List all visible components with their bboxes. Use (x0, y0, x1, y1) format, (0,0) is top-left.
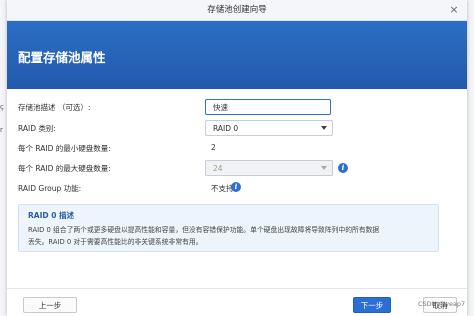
info-icon[interactable]: i (231, 182, 241, 192)
info-icon[interactable]: i (338, 163, 348, 173)
raid-description-title: RAID 0 描述 (28, 211, 75, 220)
step-title: 配置存储池属性 (18, 50, 106, 65)
chevron-down-icon (321, 126, 327, 130)
wizard-banner: 配置存储池属性 (7, 21, 467, 89)
description-label: 存储池描述 （可选）: (18, 103, 91, 112)
description-input[interactable]: 快速 (205, 99, 331, 115)
dialog-title: 存储池创建向导 (207, 5, 267, 15)
raid-group-value: 不支持 (211, 184, 234, 193)
cancel-button[interactable]: 取消 (423, 297, 457, 313)
previous-button[interactable]: 上一步 (23, 297, 77, 313)
min-disks-value: 2 (211, 143, 216, 152)
background-text-fragment: r (0, 126, 3, 134)
storage-pool-wizard-dialog: 存储池创建向导 × 配置存储池属性 存储池描述 （可选）: 快速 RAID 类别… (7, 0, 467, 316)
min-disks-label: 每个 RAID 的最小硬盘数量: (18, 144, 111, 153)
max-disks-value: 24 (213, 164, 223, 173)
next-button[interactable]: 下一步 (353, 297, 391, 313)
close-icon[interactable]: × (447, 3, 461, 17)
max-disks-label: 每个 RAID 的最大硬盘数量: (18, 164, 111, 173)
raid-type-label: RAID 类别: (18, 124, 56, 133)
raid-description-box: RAID 0 描述 RAID 0 组合了两个或更多硬盘以提高性能和容量，但没有容… (18, 204, 439, 252)
background-panel-right (466, 0, 474, 316)
raid-type-value: RAID 0 (213, 124, 239, 133)
background-text-fragment: ç (0, 103, 4, 111)
chevron-down-icon (321, 166, 327, 170)
raid-group-label: RAID Group 功能: (18, 184, 82, 193)
raid-description-text: RAID 0 组合了两个或更多硬盘以提高性能和容量，但没有容错保护功能。单个硬盘… (28, 226, 380, 234)
dialog-titlebar: 存储池创建向导 × (7, 0, 467, 21)
raid-description-text: 丢失。RAID 0 对于需要高性能比的非关键系统非常有用。 (28, 238, 203, 246)
raid-type-select[interactable]: RAID 0 (205, 120, 333, 136)
footer-divider (7, 288, 467, 289)
max-disks-select[interactable]: 24 (205, 160, 333, 176)
